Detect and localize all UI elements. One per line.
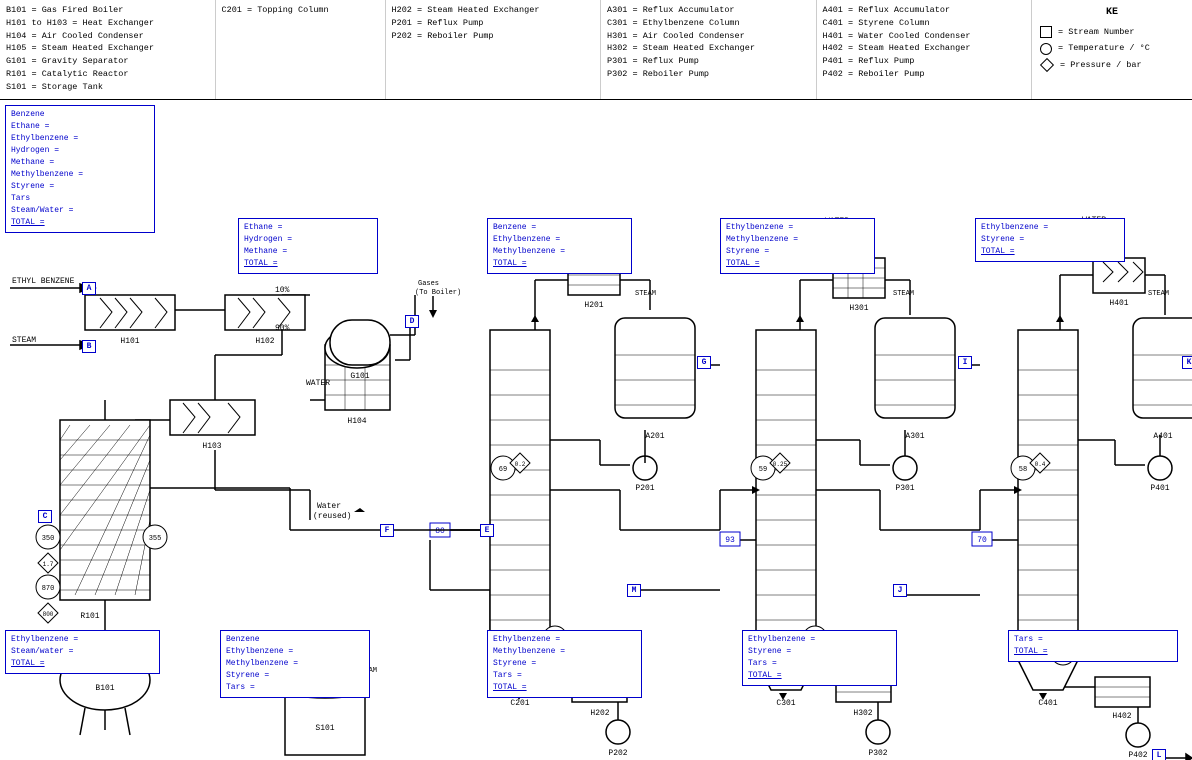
svg-text:WATER: WATER — [306, 379, 330, 388]
stream-box-K: K — [1182, 356, 1192, 369]
svg-text:A301: A301 — [905, 432, 924, 441]
svg-text:H202: H202 — [590, 709, 609, 718]
legend-col2: C201 = Topping Column — [216, 0, 386, 99]
legend-col1: B101 = Gas Fired Boiler H101 to H103 = H… — [0, 0, 216, 99]
svg-text:H201: H201 — [584, 301, 603, 310]
svg-text:350: 350 — [42, 535, 55, 543]
key-pressure: = Pressure / bar — [1040, 58, 1184, 72]
svg-text:B101: B101 — [95, 684, 114, 693]
stream-box-G: G — [697, 356, 711, 369]
info-box-E-stream: Benzene Ethylbenzene = Methylbenzene = S… — [220, 630, 370, 698]
key-stream-number: = Stream Number — [1040, 25, 1184, 39]
legend-col5: A401 = Reflux Accumulator C401 = Styrene… — [817, 0, 1033, 99]
svg-text:Gases: Gases — [418, 280, 439, 288]
key-temperature: = Temperature / °C — [1040, 41, 1184, 55]
diagram-area: R101 B101 H101 H102 H103 — [0, 100, 1192, 760]
stream-box-L: L — [1152, 749, 1166, 760]
stream-box-D: D — [405, 315, 419, 328]
svg-text:90%: 90% — [275, 324, 290, 333]
stream-box-J: J — [893, 584, 907, 597]
square-icon — [1040, 26, 1052, 38]
svg-text:0.2: 0.2 — [515, 461, 526, 468]
info-box-feed: Benzene Ethane = Ethylbenzene = Hydrogen… — [5, 105, 155, 233]
stream-box-F: F — [380, 524, 394, 537]
info-box-L-stream: Tars = TOTAL = — [1008, 630, 1178, 662]
svg-text:69: 69 — [499, 466, 507, 474]
diamond-icon — [1040, 58, 1054, 72]
svg-text:870: 870 — [42, 585, 55, 593]
legend-col3: H202 = Steam Heated Exchanger P201 = Ref… — [386, 0, 602, 99]
legend-area: B101 = Gas Fired Boiler H101 to H103 = H… — [0, 0, 1192, 100]
svg-text:80: 80 — [435, 527, 445, 536]
svg-text:H101: H101 — [120, 337, 139, 346]
svg-text:P402: P402 — [1128, 751, 1147, 760]
legend-col4: A301 = Reflux Accumulator C301 = Ethylbe… — [601, 0, 817, 99]
svg-text:C301: C301 — [776, 699, 795, 708]
legend-key: KE = Stream Number = Temperature / °C = … — [1032, 0, 1192, 99]
svg-text:Water: Water — [317, 502, 341, 511]
svg-text:G101: G101 — [350, 372, 369, 381]
stream-box-E: E — [480, 524, 494, 537]
svg-text:P401: P401 — [1150, 484, 1169, 493]
info-box-M-stream: Ethylbenzene = Methylbenzene = Styrene =… — [487, 630, 642, 698]
info-box-I-stream: Ethylbenzene = Methylbenzene = Styrene =… — [720, 218, 875, 274]
svg-text:800: 800 — [43, 611, 54, 618]
stream-box-B: B — [82, 340, 96, 353]
svg-text:A401: A401 — [1153, 432, 1172, 441]
svg-text:10%: 10% — [275, 286, 290, 295]
svg-text:H104: H104 — [347, 417, 366, 426]
svg-text:S101: S101 — [315, 724, 334, 733]
svg-text:H102: H102 — [255, 337, 274, 346]
svg-text:P202: P202 — [608, 749, 627, 758]
info-box-J-stream: Ethylbenzene = Styrene = Tars = TOTAL = — [742, 630, 897, 686]
svg-text:P201: P201 — [635, 484, 654, 493]
svg-text:C401: C401 — [1038, 699, 1057, 708]
svg-text:P302: P302 — [868, 749, 887, 758]
legend-key-title: KE — [1040, 4, 1184, 21]
svg-text:58: 58 — [1019, 466, 1027, 474]
info-box-K-stream: Ethylbenzene = Styrene = TOTAL = — [975, 218, 1125, 262]
svg-text:H103: H103 — [202, 442, 221, 451]
svg-text:93: 93 — [725, 536, 735, 545]
svg-text:STEAM: STEAM — [635, 290, 656, 298]
info-box-C-stream: Ethylbenzene = Steam/water = TOTAL = — [5, 630, 160, 674]
svg-text:C201: C201 — [510, 699, 529, 708]
svg-text:(To Boiler): (To Boiler) — [415, 289, 461, 297]
svg-text:A201: A201 — [645, 432, 664, 441]
stream-box-H: M — [627, 584, 641, 597]
stream-box-A: A — [82, 282, 96, 295]
stream-box-I: I — [958, 356, 972, 369]
svg-text:H401: H401 — [1109, 299, 1128, 308]
svg-text:(reused): (reused) — [313, 512, 351, 521]
svg-text:H302: H302 — [853, 709, 872, 718]
svg-text:1.7: 1.7 — [43, 561, 54, 568]
svg-text:H301: H301 — [849, 304, 868, 313]
svg-text:STEAM: STEAM — [893, 290, 914, 298]
svg-text:59: 59 — [759, 466, 767, 474]
svg-text:355: 355 — [149, 535, 162, 543]
svg-text:ETHYL BENZENE: ETHYL BENZENE — [12, 277, 75, 286]
svg-text:STEAM: STEAM — [1148, 290, 1169, 298]
info-box-gas: Ethane = Hydrogen = Methane = TOTAL = — [238, 218, 378, 274]
stream-box-C: C — [38, 510, 52, 523]
svg-text:H402: H402 — [1112, 712, 1131, 721]
svg-text:R101: R101 — [80, 612, 99, 621]
svg-text:STEAM: STEAM — [12, 336, 36, 345]
info-box-G-stream: Benzene = Ethylbenzene = Methylbenzene =… — [487, 218, 632, 274]
svg-text:P301: P301 — [895, 484, 914, 493]
svg-text:0.25: 0.25 — [773, 461, 788, 468]
svg-text:70: 70 — [977, 536, 987, 545]
svg-text:0.4: 0.4 — [1035, 461, 1046, 468]
circle-icon — [1040, 43, 1052, 55]
